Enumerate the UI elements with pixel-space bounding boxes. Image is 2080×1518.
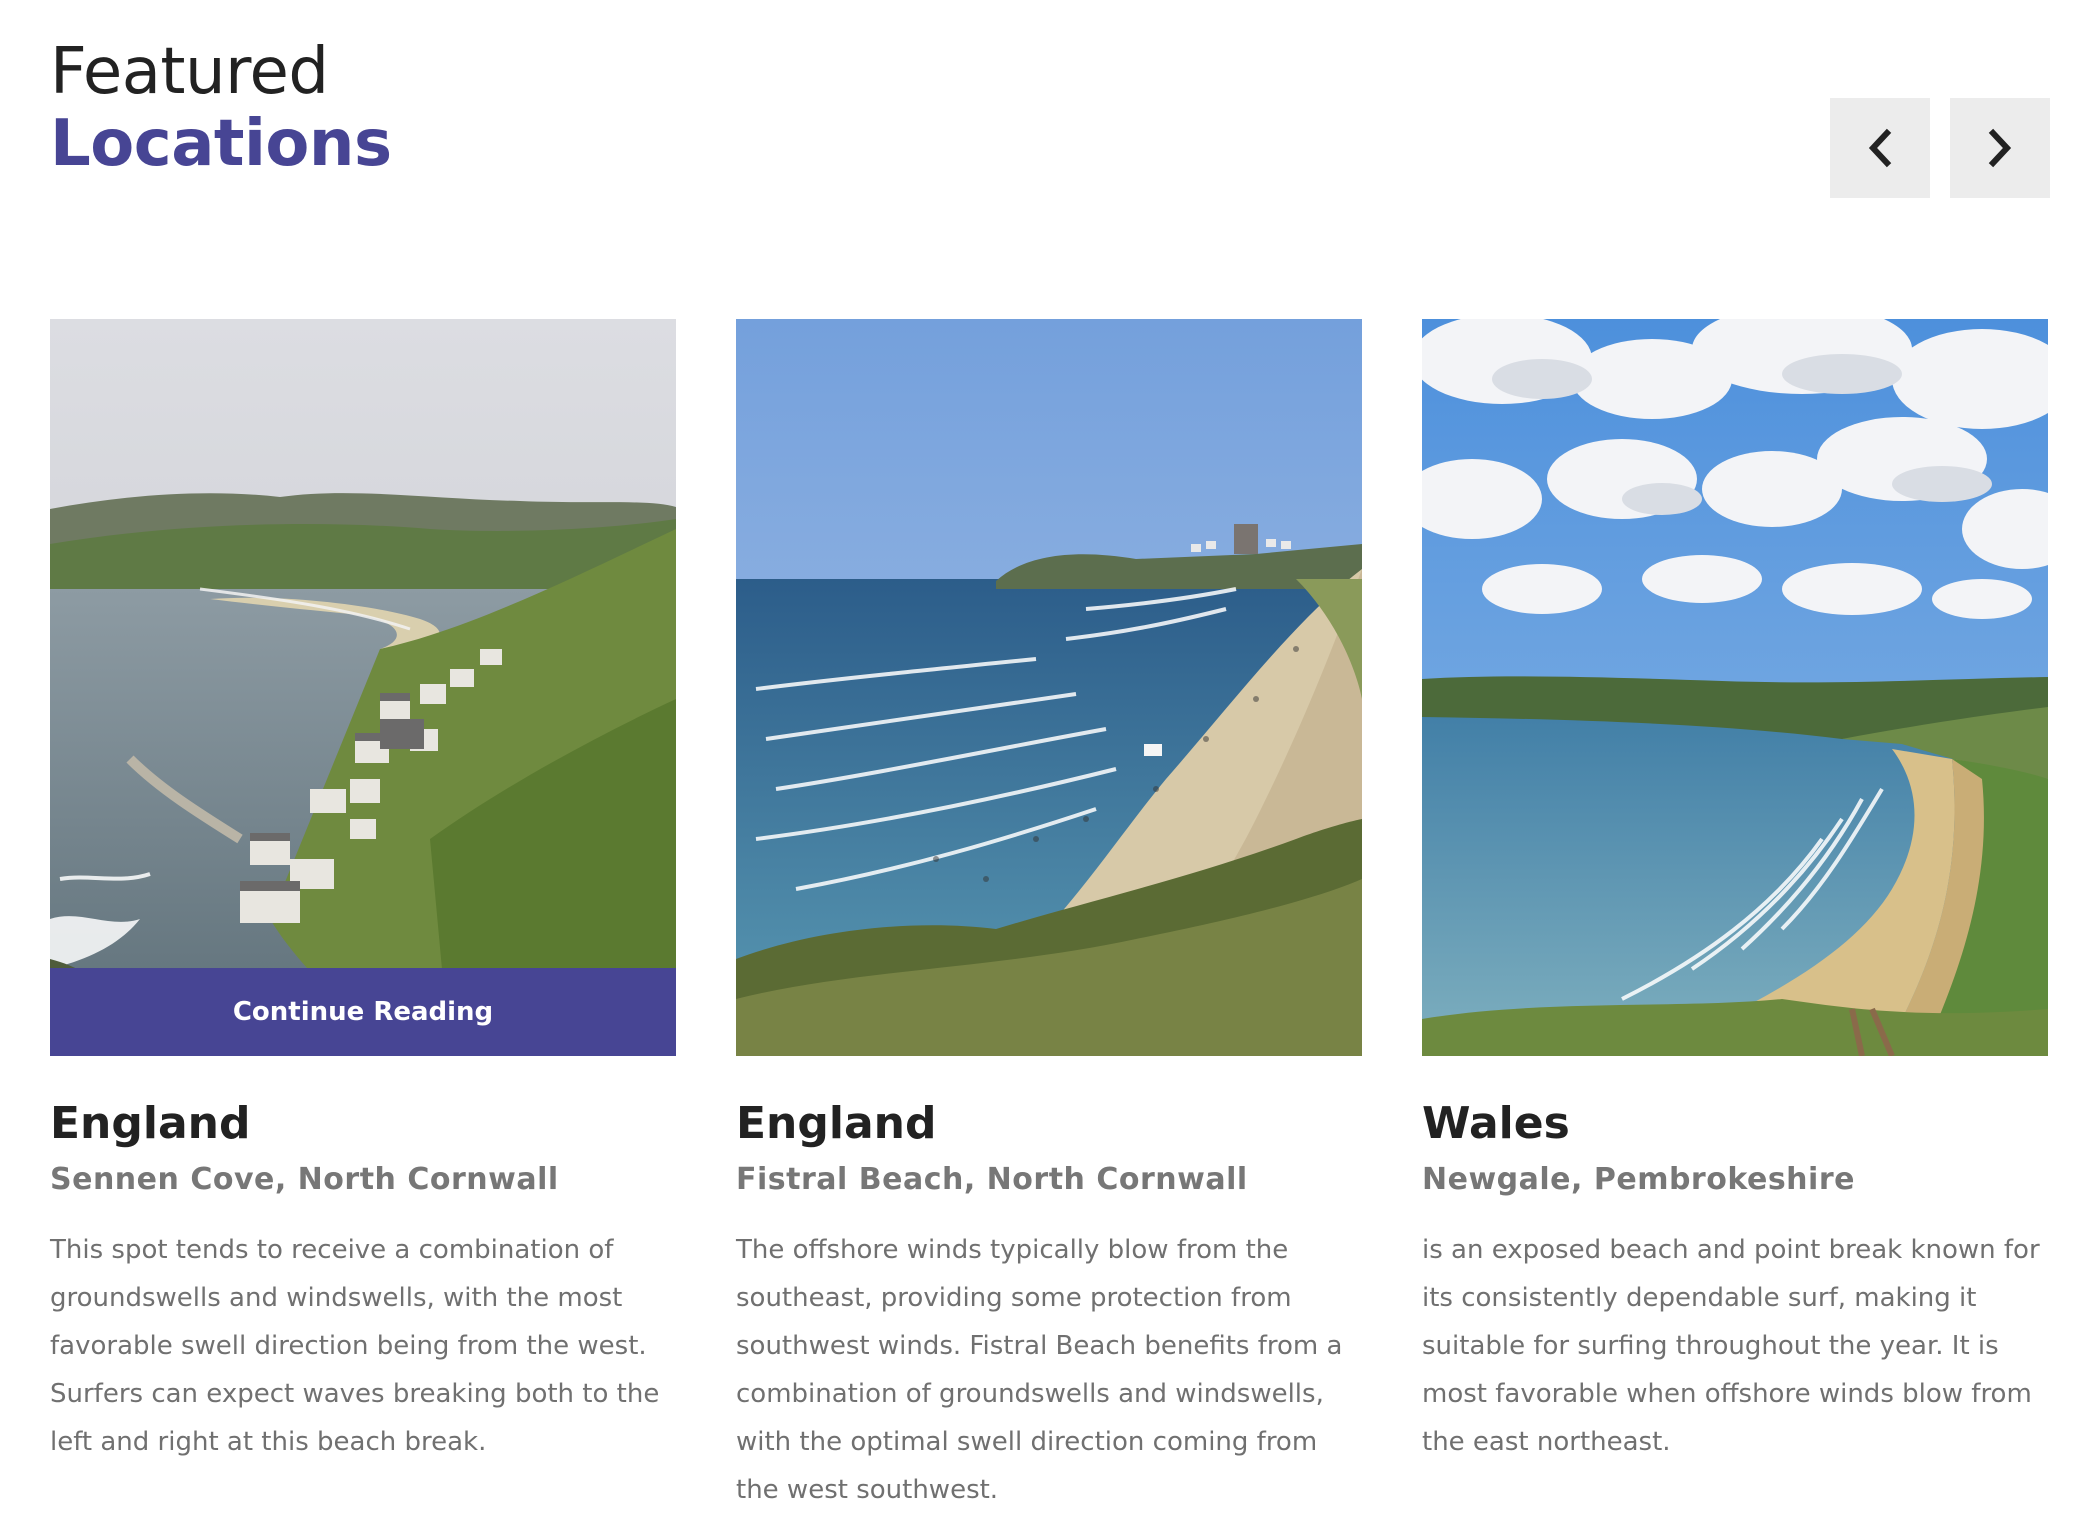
carousel-nav bbox=[1830, 98, 2050, 198]
section-title-highlight: Locations bbox=[50, 107, 392, 181]
section-header: Featured Locations bbox=[50, 36, 392, 180]
location-photo-sennen-cove[interactable]: Continue Reading bbox=[50, 319, 676, 1056]
continue-reading-button[interactable]: Continue Reading bbox=[50, 968, 676, 1056]
card-description: is an exposed beach and point break know… bbox=[1422, 1235, 2040, 1457]
card-country: England bbox=[736, 1098, 937, 1149]
carousel-prev-button[interactable] bbox=[1830, 98, 1930, 198]
location-card: Wales Newgale, Pembrokeshire is an expos… bbox=[1422, 319, 2048, 1514]
location-cards: Continue Reading England Sennen Cove, No… bbox=[50, 319, 2048, 1514]
card-country: England bbox=[50, 1098, 251, 1149]
beach-image bbox=[736, 319, 1362, 1056]
bay-image bbox=[1422, 319, 2048, 1056]
chevron-left-icon bbox=[1868, 128, 1892, 168]
card-location: Sennen Cove, North Cornwall bbox=[50, 1162, 559, 1197]
chevron-right-icon bbox=[1988, 128, 2012, 168]
card-location: Fistral Beach, North Cornwall bbox=[736, 1162, 1248, 1197]
card-location: Newgale, Pembrokeshire bbox=[1422, 1162, 1855, 1197]
location-photo-fistral-beach[interactable] bbox=[736, 319, 1362, 1056]
location-card: England Fistral Beach, North Cornwall Th… bbox=[736, 319, 1362, 1514]
section-title: Featured bbox=[50, 35, 329, 109]
carousel-next-button[interactable] bbox=[1950, 98, 2050, 198]
coastal-village-image bbox=[50, 319, 676, 1056]
location-card: Continue Reading England Sennen Cove, No… bbox=[50, 319, 676, 1514]
card-description: This spot tends to receive a combination… bbox=[50, 1235, 660, 1457]
location-photo-newgale[interactable] bbox=[1422, 319, 2048, 1056]
card-country: Wales bbox=[1422, 1098, 1570, 1149]
card-description: The offshore winds typically blow from t… bbox=[736, 1235, 1343, 1505]
